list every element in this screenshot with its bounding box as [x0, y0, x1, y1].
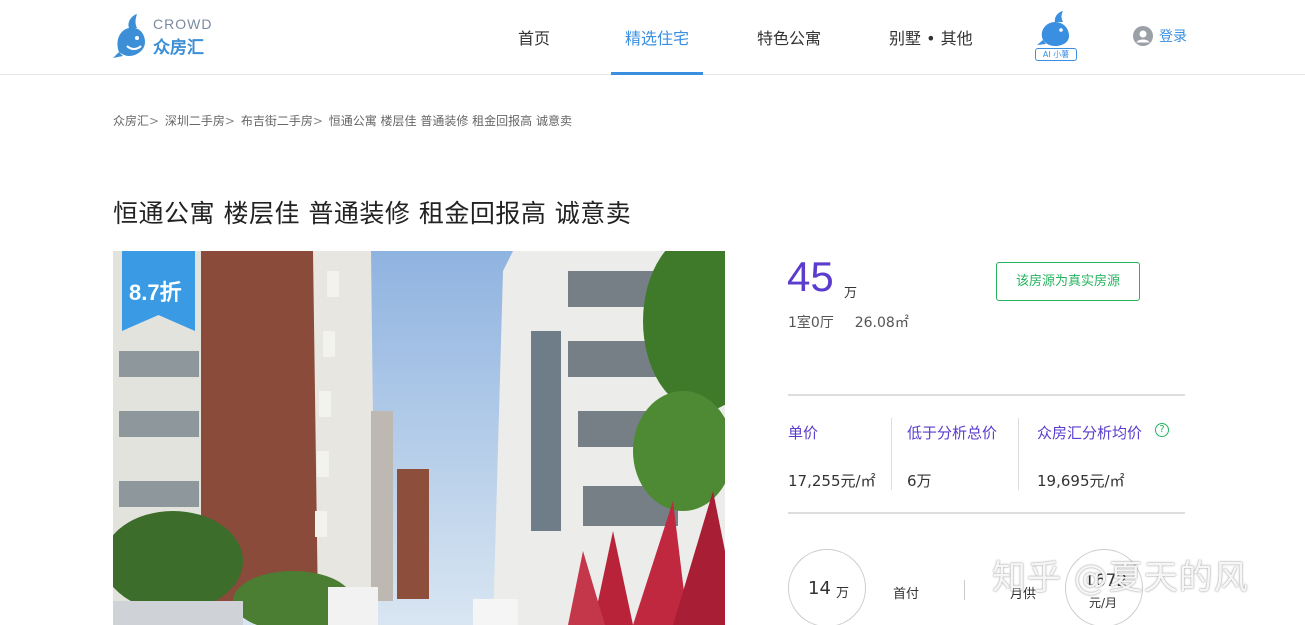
- logo-text-en: CROWD: [153, 16, 213, 32]
- down-payment-unit: 万: [836, 586, 850, 601]
- discount-badge: 8.7折: [122, 251, 195, 331]
- breadcrumb-separator: >: [224, 114, 235, 128]
- help-icon[interactable]: ?: [1155, 423, 1169, 437]
- verified-listing-badge[interactable]: 该房源为真实房源: [996, 262, 1140, 301]
- down-payment-label: 首付: [893, 587, 920, 602]
- room-count: 1室0厅: [788, 315, 834, 331]
- ai-assistant-button[interactable]: AI 小薯: [1033, 10, 1079, 62]
- page-title: 恒通公寓 楼层佳 普通装修 租金回报高 诚意卖: [113, 199, 632, 228]
- analysis-avg-value: 19,695元/㎡: [1037, 472, 1125, 490]
- user-icon: [1133, 26, 1153, 46]
- listing-photo[interactable]: [113, 251, 725, 625]
- stat-divider: [891, 418, 892, 490]
- below-analysis-value: 6万: [907, 472, 932, 490]
- logo-text-cn: 众房汇: [153, 38, 204, 58]
- nav-selected-homes[interactable]: 精选住宅: [625, 25, 689, 49]
- divider: [788, 512, 1185, 514]
- floor-area: 26.08㎡: [854, 315, 909, 331]
- building-photo: [113, 251, 725, 625]
- nav-featured-apartments[interactable]: 特色公寓: [757, 25, 821, 49]
- unit-price-value: 17,255元/㎡: [788, 472, 876, 490]
- breadcrumb-item[interactable]: 众房汇: [113, 114, 149, 128]
- breadcrumb-item[interactable]: 深圳二手房: [165, 114, 225, 128]
- breadcrumb-separator: >: [149, 114, 160, 128]
- nav-active-indicator: [611, 72, 703, 75]
- breadcrumb-separator: >: [312, 114, 323, 128]
- room-layout: 1室0厅 26.08㎡: [788, 312, 909, 332]
- below-analysis-label: 低于分析总价: [907, 424, 998, 442]
- site-header: CROWD 众房汇 首页 精选住宅 特色公寓 别墅 • 其他 AI 小薯 登录: [0, 0, 1305, 75]
- ai-label: AI 小薯: [1035, 48, 1077, 61]
- discount-label: 8.7折: [129, 280, 182, 305]
- price-unit: 万: [844, 286, 858, 301]
- zhihu-watermark: 知乎 @夏天的风: [992, 558, 1249, 598]
- breadcrumb-current: 恒通公寓 楼层佳 普通装修 租金回报高 诚意卖: [328, 114, 572, 128]
- payment-divider: [964, 580, 965, 600]
- down-payment-value: 14: [808, 578, 831, 599]
- ai-whale-icon: [1037, 11, 1069, 46]
- whale-logo-icon: [113, 14, 145, 58]
- site-logo[interactable]: CROWD 众房汇: [113, 12, 223, 60]
- analysis-avg-label: 众房汇分析均价: [1037, 424, 1143, 442]
- stat-divider: [1018, 418, 1019, 490]
- nav-villas-other[interactable]: 别墅 • 其他: [889, 25, 973, 49]
- total-price: 45: [787, 253, 834, 300]
- unit-price-label: 单价: [788, 424, 819, 442]
- breadcrumb-item[interactable]: 布吉街二手房: [241, 114, 313, 128]
- breadcrumb: 众房汇> 深圳二手房> 布吉街二手房> 恒通公寓 楼层佳 普通装修 租金回报高 …: [113, 112, 572, 129]
- nav-home[interactable]: 首页: [518, 25, 550, 49]
- login-label: 登录: [1159, 29, 1187, 45]
- login-button[interactable]: 登录: [1133, 26, 1187, 46]
- divider: [788, 394, 1185, 396]
